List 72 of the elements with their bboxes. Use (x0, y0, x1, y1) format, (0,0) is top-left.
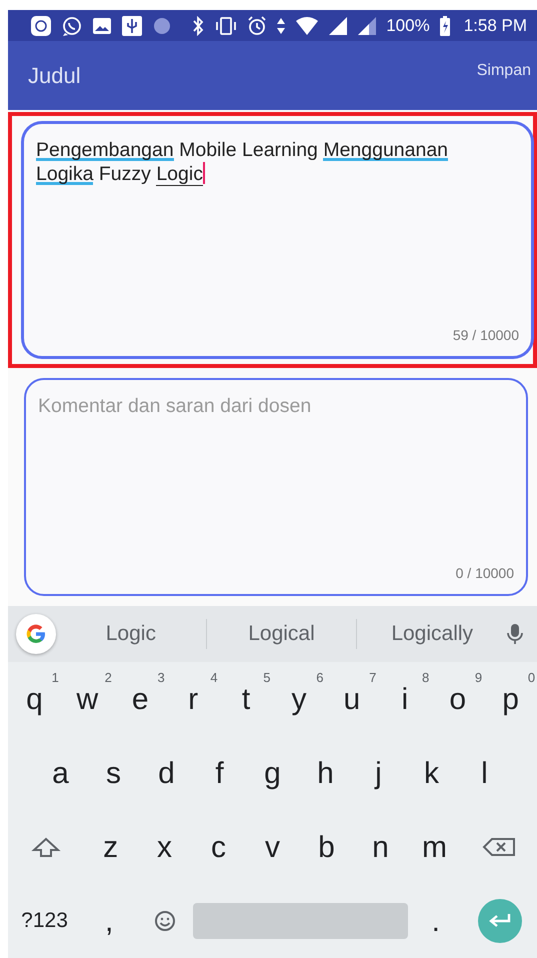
character-counter: 0 / 10000 (456, 564, 514, 582)
key-hint: 5 (263, 669, 271, 687)
character-counter: 59 / 10000 (452, 326, 519, 344)
keyboard-key[interactable]: x (138, 810, 192, 884)
keyboard-key[interactable]: t 5 (220, 662, 273, 736)
suggestion-chip[interactable]: Logical (206, 618, 356, 650)
keyboard-key[interactable]: f (193, 736, 246, 810)
suggestion-chip[interactable]: Logic (56, 618, 206, 650)
circle-icon (152, 16, 172, 36)
keyboard-key[interactable]: n (354, 810, 408, 884)
shift-icon[interactable] (30, 835, 61, 859)
keyboard-key[interactable]: s (87, 736, 140, 810)
key-hint: 2 (104, 669, 112, 687)
keyboard-key[interactable]: i 8 (378, 662, 432, 736)
keyboard-key[interactable]: r 4 (166, 662, 220, 736)
keyboard-key[interactable]: w 2 (60, 662, 114, 736)
keyboard-key[interactable]: y 6 (272, 662, 326, 736)
placeholder-text: Komentar dan saran dari dosen (38, 394, 312, 418)
keyboard-key[interactable]: l (458, 736, 511, 810)
screen-title: Judul (28, 62, 81, 90)
keyboard-key[interactable]: g (246, 736, 299, 810)
key-hint: 8 (422, 669, 430, 687)
alarm-clock-icon (247, 16, 268, 36)
save-button[interactable]: Simpan (476, 58, 531, 82)
key-hint: 0 (528, 669, 536, 687)
keyboard-key[interactable]: , (81, 884, 138, 958)
keyboard-key[interactable]: j (352, 736, 405, 810)
key-hint: 9 (474, 669, 482, 687)
key-hint: 1 (52, 669, 59, 687)
signal-icon (328, 16, 348, 36)
keyboard-key[interactable]: e 3 (114, 662, 167, 736)
keyboard-key[interactable]: q 1 (8, 662, 61, 736)
bluetooth-icon (191, 16, 206, 36)
battery-charging-icon (438, 16, 451, 36)
clock-time: 1:58 PM (464, 14, 527, 37)
keyboard-key[interactable]: b (300, 810, 354, 884)
keyboard-key[interactable]: u 7 (325, 662, 378, 736)
text-area-field[interactable]: Pengembangan Mobile Learning Menggunanan Logika Fuzzy Logic 59 / 10000 (22, 122, 533, 358)
symbols-key[interactable]: ?123 (8, 884, 82, 958)
app-notification-icon (30, 16, 52, 36)
data-arrows-icon (276, 16, 286, 36)
keyboard-key[interactable]: k (405, 736, 458, 810)
google-logo (24, 622, 48, 646)
keyboard-key[interactable]: o 9 (431, 662, 484, 736)
microphone-icon[interactable] (507, 624, 524, 644)
keyboard-key[interactable]: z (84, 810, 138, 884)
keyboard-key[interactable]: . (408, 884, 464, 958)
chat-bubble-icon (61, 16, 83, 36)
image-icon (92, 16, 112, 36)
usb-icon (121, 16, 143, 36)
signal-icon (357, 16, 378, 36)
battery-level: 100% (386, 14, 430, 37)
keyboard-key[interactable]: m (407, 810, 462, 884)
key-hint: 3 (157, 669, 165, 687)
key-hint: 7 (369, 669, 376, 687)
enter-arrow-icon (488, 913, 512, 929)
suggestion-chip[interactable]: Logically (357, 618, 508, 650)
wifi-icon (295, 16, 320, 36)
field-text: Pengembangan Mobile Learning Menggunanan Logika Fuzzy Logic (36, 138, 450, 187)
keyboard-key[interactable]: c (192, 810, 246, 884)
keyboard-key[interactable]: h (299, 736, 352, 810)
keyboard-key[interactable]: d (140, 736, 193, 810)
vibrate-icon (214, 16, 238, 36)
backspace-icon[interactable] (482, 837, 516, 857)
text-cursor (202, 162, 205, 184)
keyboard-key[interactable]: p 0 (484, 662, 537, 736)
text-area-field[interactable]: Komentar dan saran dari dosen 0 / 10000 (24, 378, 528, 596)
google-search-button[interactable] (16, 614, 56, 654)
key-hint: 6 (316, 669, 324, 687)
keyboard-key[interactable]: v (246, 810, 300, 884)
keyboard-key[interactable]: a (34, 736, 87, 810)
key-hint: 4 (210, 669, 218, 687)
